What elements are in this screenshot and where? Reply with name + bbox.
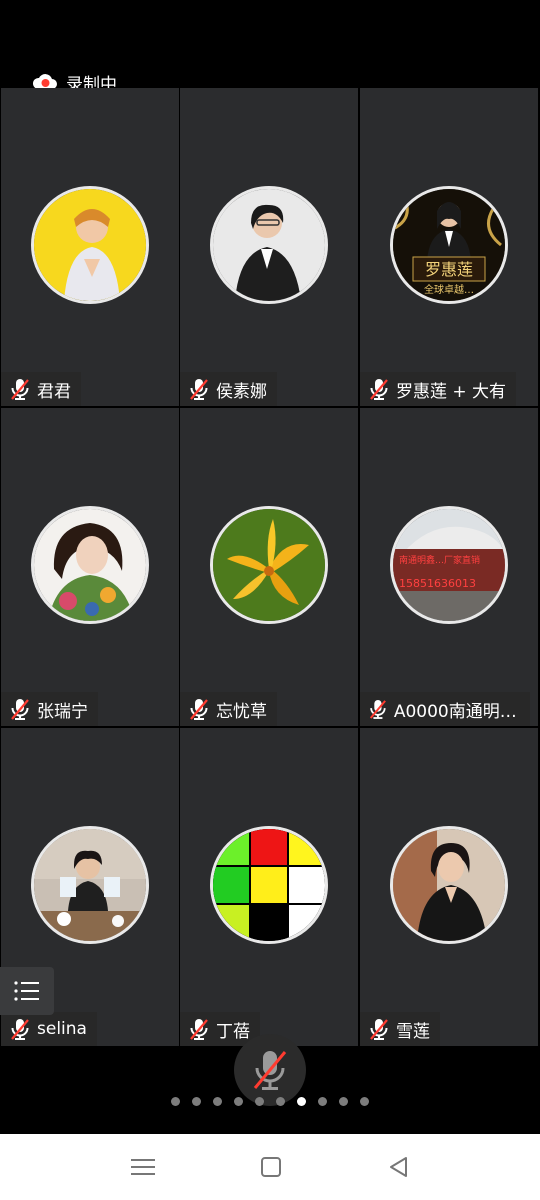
page-indicator: [0, 1097, 540, 1111]
mic-muted-icon: [190, 699, 208, 720]
mic-muted-icon: [190, 379, 208, 400]
page-dot[interactable]: [339, 1097, 348, 1106]
menu-icon[interactable]: [128, 1154, 158, 1180]
mute-toggle-button[interactable]: [234, 1034, 306, 1106]
participant-name: 丁蓓: [216, 1021, 250, 1042]
participant-avatar: [210, 506, 328, 624]
participant-avatar: [31, 506, 149, 624]
participant-name-bar: selina: [1, 1012, 97, 1046]
participant-avatar: 南通明鑫…厂家直销 15851636013: [390, 506, 508, 624]
participant-name: 张瑞宁: [37, 701, 88, 722]
page-dot[interactable]: [234, 1097, 243, 1106]
page-dot-active[interactable]: [297, 1097, 306, 1106]
participant-avatar: [31, 186, 149, 304]
system-nav-bar: [0, 1134, 540, 1200]
participant-tile[interactable]: 丁蓓: [180, 728, 358, 1046]
participant-name-bar: A0000南通明鑫…: [360, 692, 530, 726]
participant-tile[interactable]: 雪莲: [360, 728, 538, 1046]
participant-avatar: [390, 826, 508, 944]
avatar-subcaption: 15851636013: [399, 577, 476, 590]
participant-tile[interactable]: 南通明鑫…厂家直销 15851636013 A0000南通明鑫…: [360, 408, 538, 726]
top-bar: 录制中: [0, 0, 540, 95]
page-dot[interactable]: [192, 1097, 201, 1106]
mic-muted-icon: [370, 1019, 388, 1040]
participant-name-bar: 雪莲: [360, 1012, 440, 1046]
avatar-caption: 罗惠莲: [425, 260, 473, 279]
participant-avatar: [210, 826, 328, 944]
participant-avatar: 罗惠莲全球卓越…: [390, 186, 508, 304]
participant-list-button[interactable]: [0, 967, 54, 1015]
participant-name-bar: 罗惠莲 + 大有: [360, 372, 517, 406]
participant-grid: 君君 侯素娜 罗惠莲全球卓越… 罗惠莲 + 大有张瑞宁 忘忧草 南通明鑫…厂家直销 1585…: [0, 88, 540, 1046]
participant-name-bar: 忘忧草: [180, 692, 277, 726]
participant-name: 忘忧草: [216, 701, 267, 722]
page-dot[interactable]: [276, 1097, 285, 1106]
participant-name-bar: 侯素娜: [180, 372, 277, 406]
participant-avatar: [31, 826, 149, 944]
mic-muted-icon: [11, 699, 29, 720]
mic-muted-icon: [190, 1019, 208, 1040]
mic-muted-icon: [253, 1051, 287, 1090]
page-dot[interactable]: [171, 1097, 180, 1106]
mic-muted-icon: [11, 379, 29, 400]
participant-name: A0000南通明鑫…: [393, 701, 520, 722]
back-icon[interactable]: [384, 1154, 414, 1180]
page-dot[interactable]: [255, 1097, 264, 1106]
participant-tile[interactable]: 忘忧草: [180, 408, 358, 726]
avatar-subcaption: 全球卓越…: [424, 283, 474, 296]
home-icon[interactable]: [256, 1154, 286, 1180]
participant-name-bar: 张瑞宁: [1, 692, 98, 726]
list-icon: [14, 981, 39, 1001]
participant-name: 罗惠莲 + 大有: [396, 381, 507, 402]
participant-name: 侯素娜: [216, 381, 267, 402]
mic-muted-icon: [11, 1019, 29, 1040]
page-dot[interactable]: [360, 1097, 369, 1106]
mic-muted-icon: [369, 699, 386, 719]
participant-name: 君君: [37, 381, 71, 402]
participant-tile[interactable]: 侯素娜: [180, 88, 358, 406]
page-dot[interactable]: [318, 1097, 327, 1106]
bottom-bar: [0, 1034, 540, 1134]
participant-name-bar: 君君: [1, 372, 81, 406]
participant-tile[interactable]: 罗惠莲全球卓越… 罗惠莲 + 大有: [360, 88, 538, 406]
participant-name: selina: [37, 1019, 87, 1039]
participant-name: 雪莲: [396, 1021, 430, 1042]
participant-tile[interactable]: 君君: [1, 88, 179, 406]
mic-muted-icon: [370, 379, 388, 400]
participant-avatar: [210, 186, 328, 304]
page-dot[interactable]: [213, 1097, 222, 1106]
avatar-caption: 南通明鑫…厂家直销: [399, 554, 480, 566]
participant-tile[interactable]: 张瑞宁: [1, 408, 179, 726]
